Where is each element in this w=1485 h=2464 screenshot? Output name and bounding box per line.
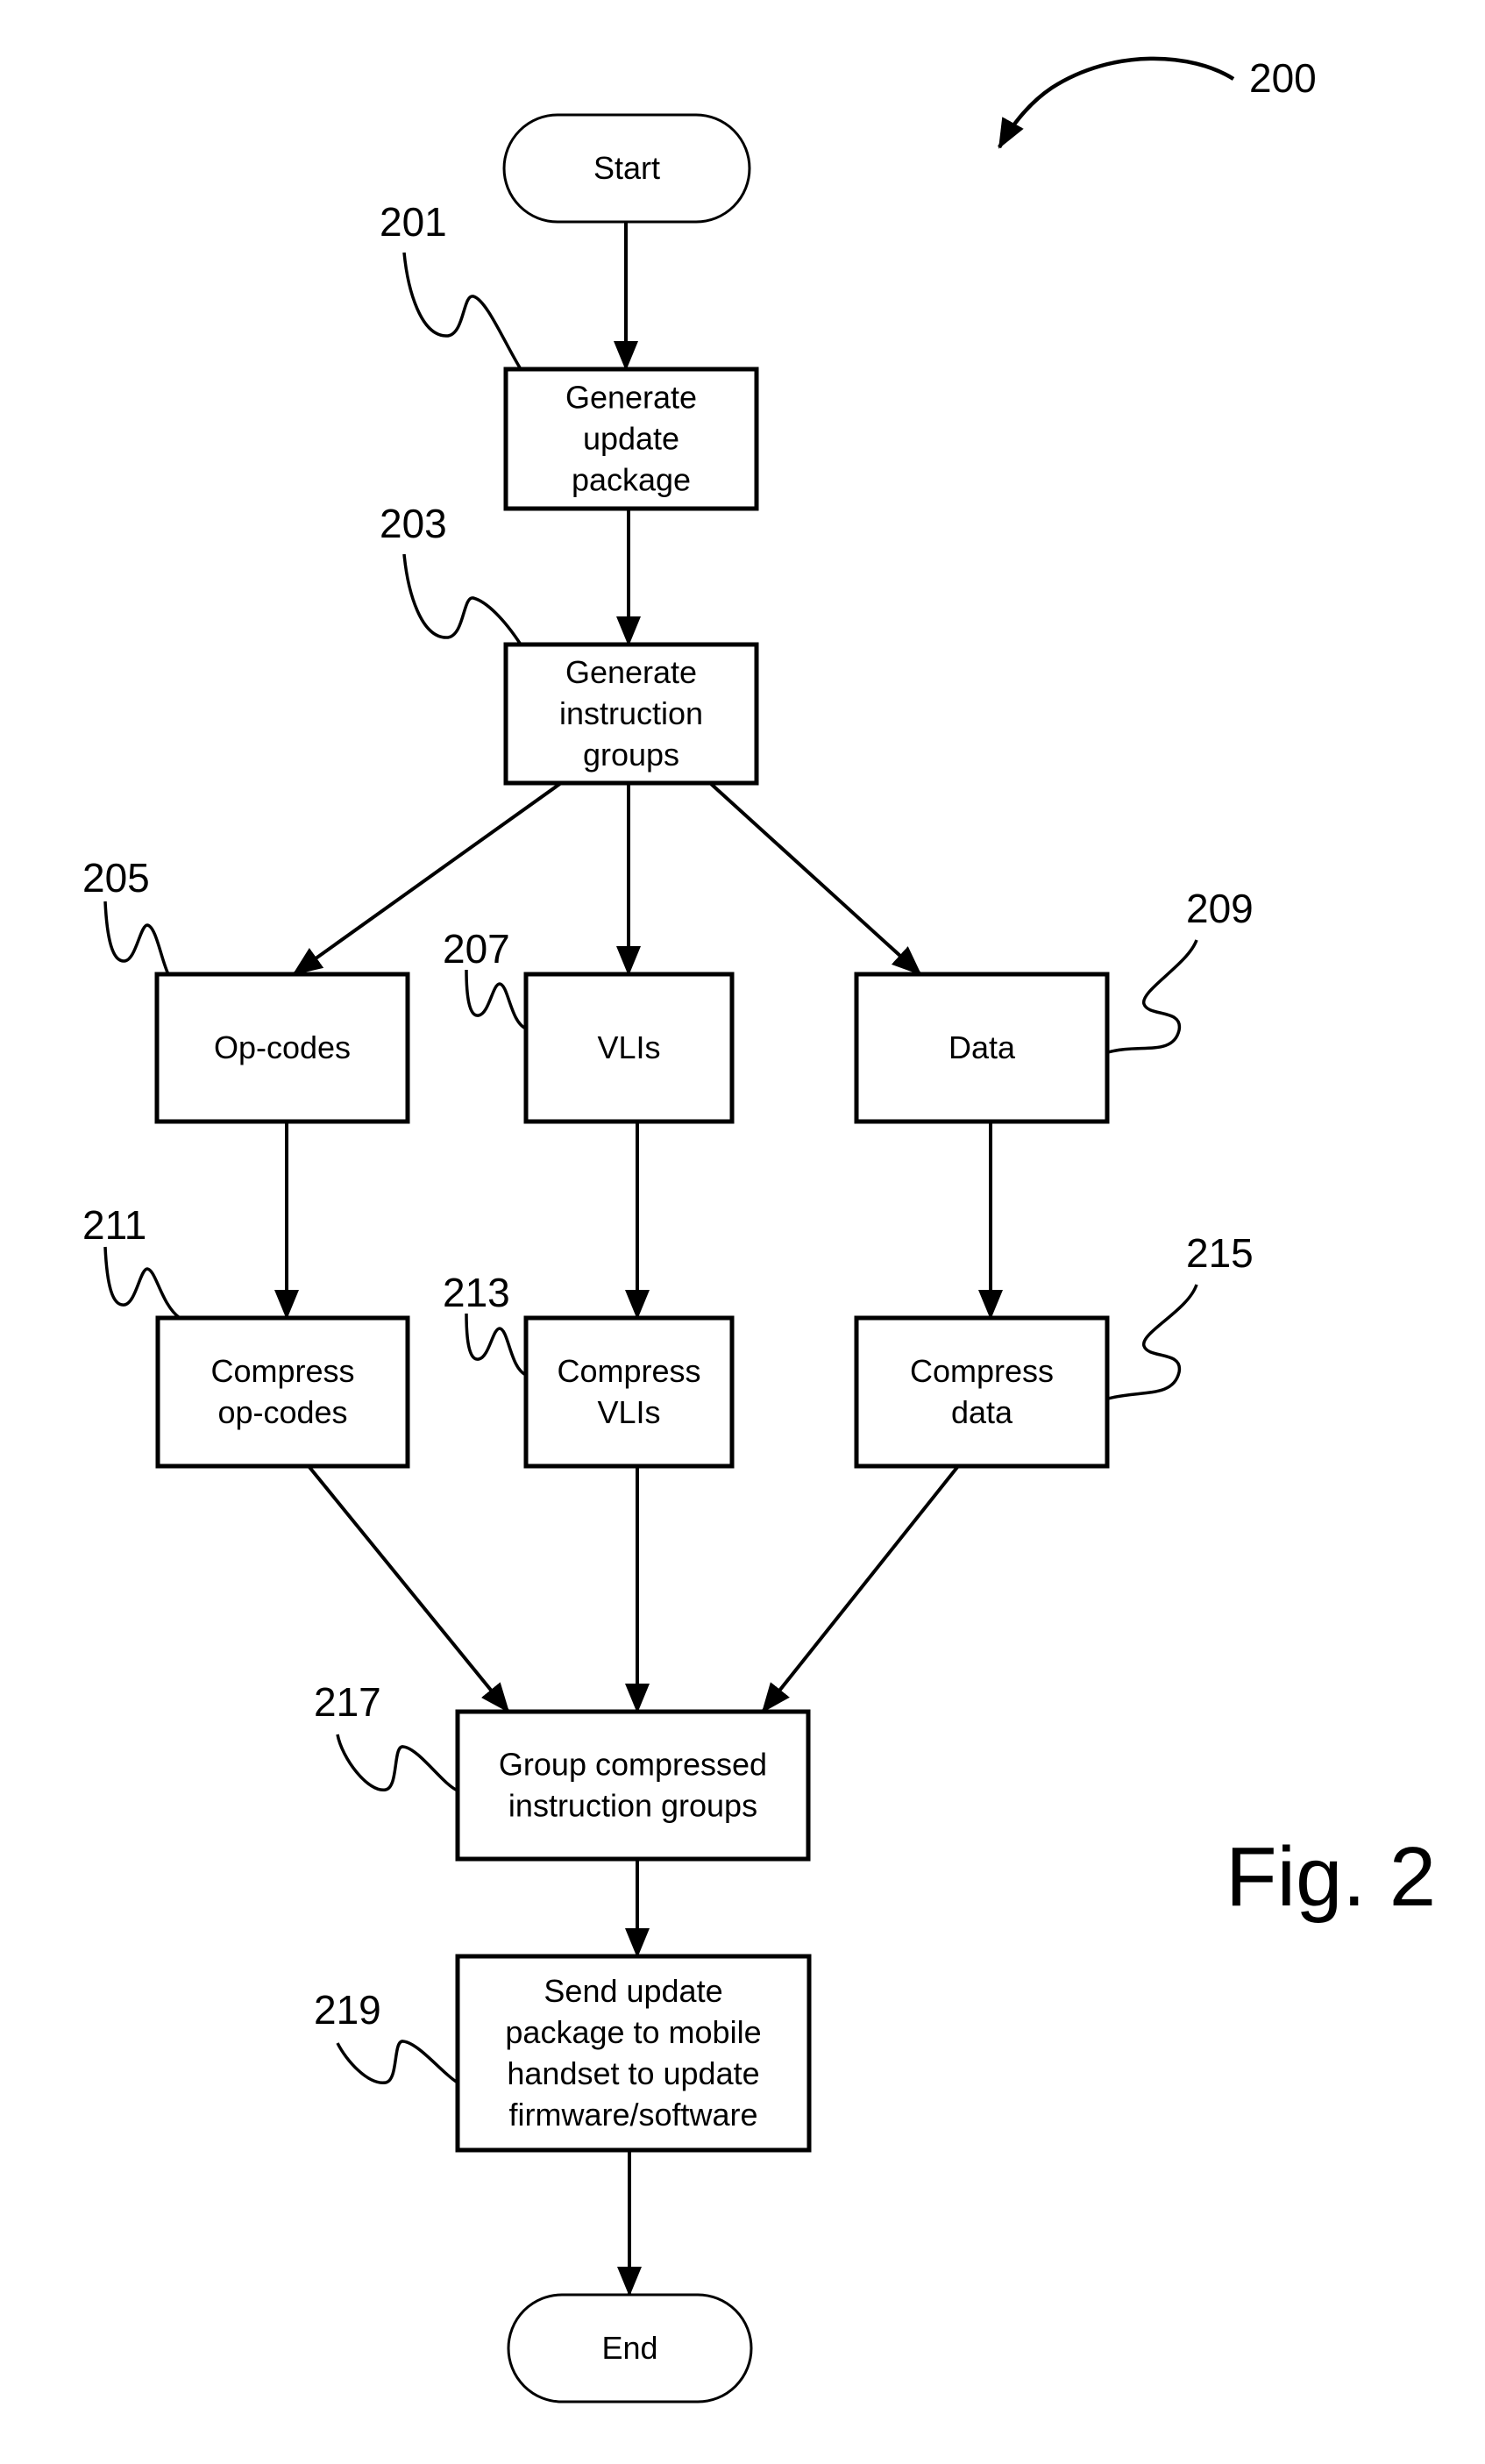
node-label-line: Data [949,1029,1016,1065]
n215-box [854,1315,1110,1469]
ref-211: 211 [82,1202,146,1248]
node-label-line: VLIs [597,1029,660,1065]
ref-205: 205 [82,855,150,901]
leader-211 [103,1246,181,1320]
start-terminal: Start [502,113,751,224]
leader-213 [465,1313,527,1377]
node-label-line: Op-codes [214,1029,351,1065]
node-label-line: firmware/software [508,2097,757,2133]
node-label-line: Send update [544,1973,722,2009]
node-label-line: Generate [565,654,697,690]
ref-217: 217 [314,1679,381,1725]
step-group-compressed-instruction-groups: Group compressed instruction groups [455,1709,811,1862]
node-label-line: Start [593,150,660,186]
leader-201 [402,252,522,370]
flowchart: 200 Start Generate update package Generate… [82,55,1436,2403]
node-label-line: op-codes [217,1394,347,1430]
node-label-line: handset to update [507,2055,759,2091]
node-label-line: instruction [559,695,703,731]
arrow-n215-to-n217 [761,1464,960,1713]
arrow-n203-to-n209 [708,781,922,976]
n213-box [523,1315,735,1469]
step-send-update-package: Send update package to mobile handset to u… [455,1954,812,2153]
node-label-line: data [951,1394,1013,1430]
node-label-line: Group compressed [499,1747,767,1783]
end-terminal: End [507,2293,753,2403]
node-label-line: package [572,462,691,498]
step-compress-op-codes: Compress op-codes [155,1315,410,1469]
figure-reference-arrow [998,56,1235,149]
ref-213: 213 [443,1270,510,1315]
leader-209 [1107,939,1198,1054]
node-label-line: End [601,2330,657,2366]
node-label-line: Compress [557,1353,700,1389]
ref-215: 215 [1186,1230,1254,1276]
ref-207: 207 [443,926,510,972]
leader-217 [336,1734,458,1792]
arrow-n203-to-n205 [292,781,563,976]
ref-209: 209 [1186,886,1254,931]
leader-205 [103,901,170,975]
leader-203 [402,553,522,645]
node-label-line: update [583,421,679,457]
n211-box [155,1315,410,1469]
arrow-n211-to-n217 [307,1464,510,1713]
ref-201: 201 [380,199,447,245]
node-label-line: Generate [565,380,697,416]
node-label-line: Compress [210,1353,354,1389]
node-label-line: Compress [910,1353,1054,1389]
leader-219 [336,2040,458,2084]
n217-box [455,1709,811,1862]
node-label-line: groups [583,737,679,773]
step-compress-data: Compress data [854,1315,1110,1469]
ref-203: 203 [380,501,447,546]
ref-219: 219 [314,1987,381,2033]
step-generate-update-package: Generate update package [503,367,759,511]
figure-reference-number: 200 [1249,55,1317,101]
step-compress-vlis: Compress VLIs [523,1315,735,1469]
node-label-line: VLIs [597,1394,660,1430]
step-generate-instruction-groups: Generate instruction groups [503,642,759,786]
leader-215 [1107,1284,1198,1400]
node-label-line: instruction groups [508,1788,757,1824]
step-data: Data [854,972,1110,1124]
node-label-line: package to mobile [505,2014,761,2050]
step-op-codes: Op-codes [154,972,410,1124]
leader-207 [465,969,527,1030]
step-vlis: VLIs [523,972,735,1124]
figure-label: Fig. 2 [1226,1830,1436,1924]
